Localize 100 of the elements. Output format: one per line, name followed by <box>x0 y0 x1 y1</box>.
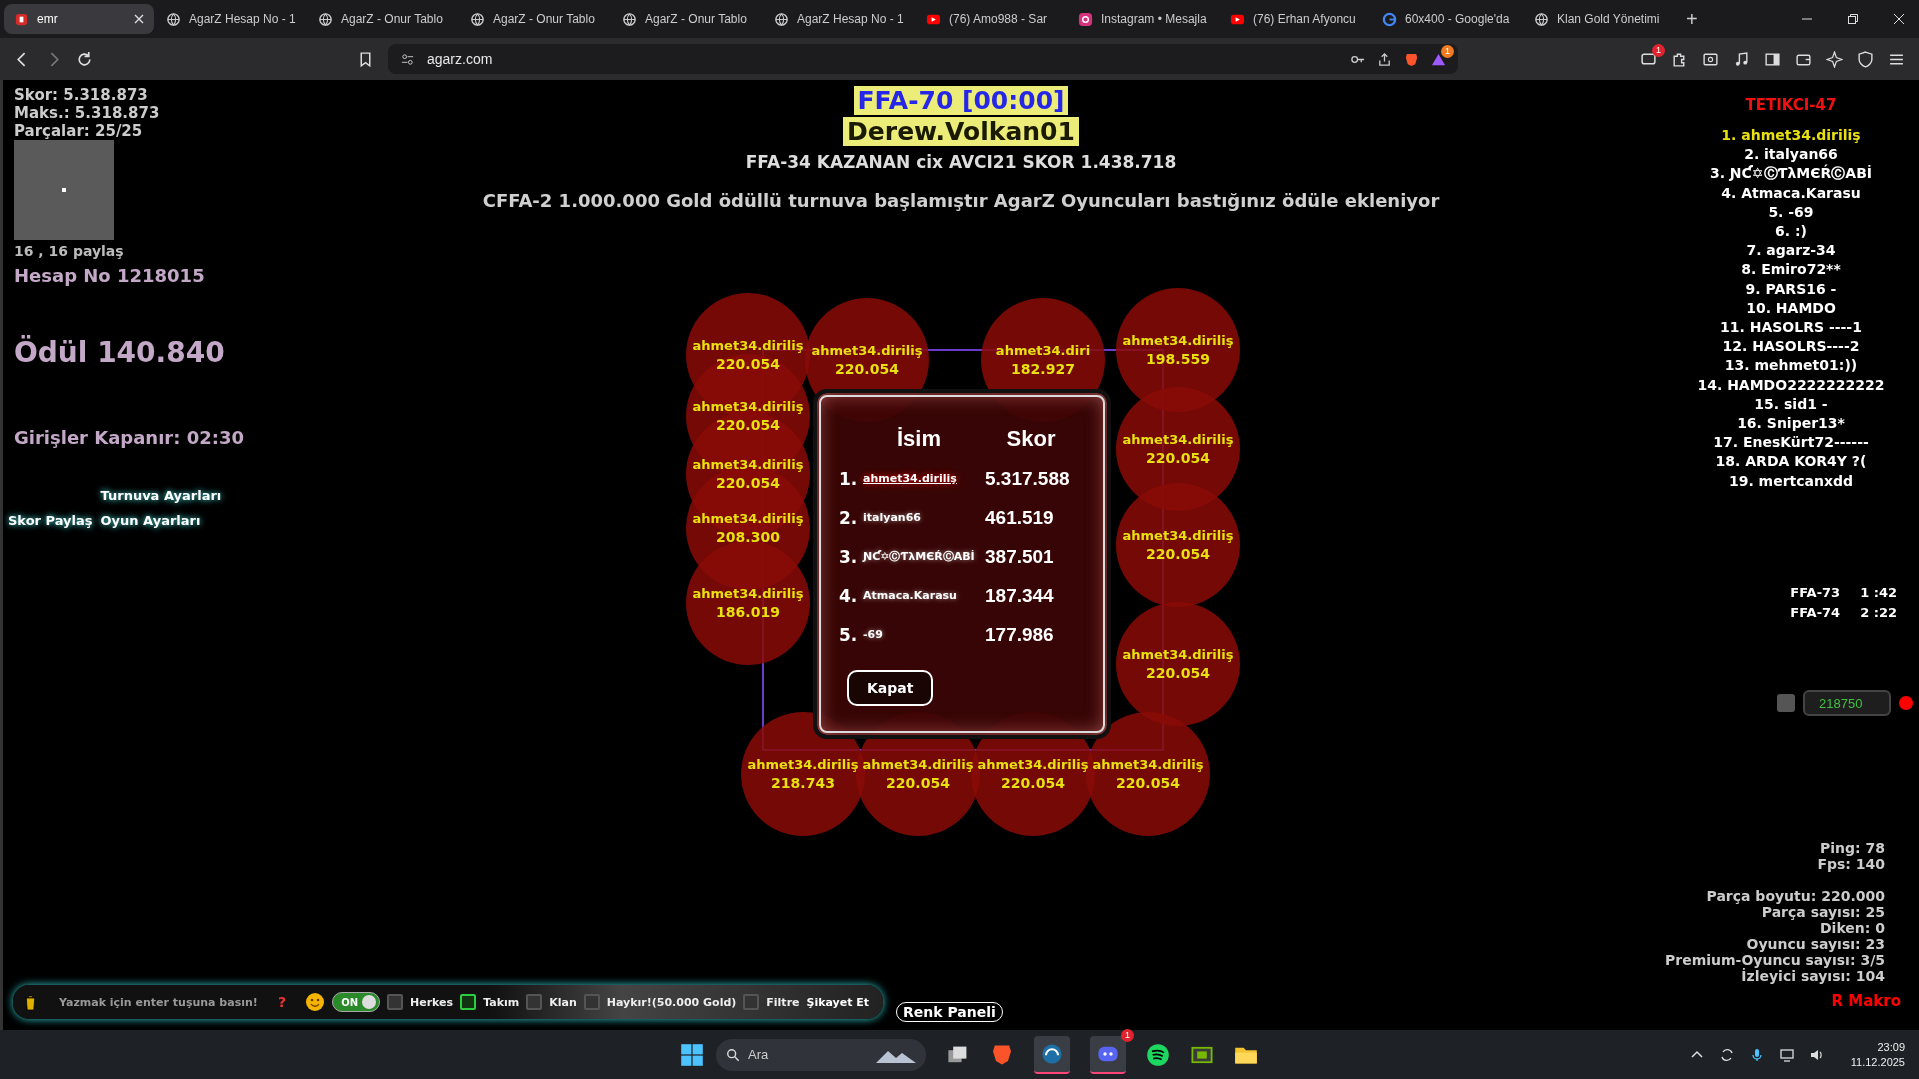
new-tab-button[interactable]: + <box>1676 7 1708 31</box>
player-name: ahmet34.diriliş <box>692 585 804 603</box>
site-logo-icon <box>14 11 29 27</box>
leaderboard-entry: 9. PARS16 - <box>1744 279 1838 299</box>
leaderboard-entry: 2. italyan66 <box>1743 145 1839 164</box>
close-icon[interactable] <box>1893 13 1905 25</box>
player-name: ahmet34.diriliş <box>692 398 804 416</box>
lion-shield-icon[interactable] <box>990 1042 1014 1067</box>
player-score: 220.054 <box>715 416 781 434</box>
browser-tab[interactable]: AgarZ - Onur Tablo <box>308 4 458 34</box>
headset-icon[interactable] <box>1034 1035 1070 1074</box>
player-name: ƝƇ✡ⒸƬλMЄŔⒸABİ <box>863 549 975 564</box>
browser-tab[interactable]: AgarZ Hesap No - 1 <box>156 4 306 34</box>
browser-tab[interactable]: Instagram • Mesajla <box>1068 4 1218 34</box>
browser-tab[interactable]: Klan Gold Yönetimi <box>1524 4 1674 34</box>
rank-text: 3. <box>839 546 859 567</box>
reload-icon[interactable] <box>76 50 93 68</box>
player-name: ahmet34.diriliş <box>811 342 923 360</box>
trash-icon[interactable] <box>23 993 38 1011</box>
site-settings-icon[interactable] <box>400 51 415 67</box>
player-name: ahmet34.diriliş <box>1122 646 1234 664</box>
notification-badge: 1 <box>1441 44 1454 58</box>
toggle-square-button[interactable] <box>1777 694 1795 712</box>
browser-tab[interactable]: (76) Erhan Afyoncu <box>1220 4 1370 34</box>
browser-tab[interactable]: AgarZ Hesap No - 1 <box>764 4 914 34</box>
menu-button[interactable]: Turnuva Ayarları <box>100 488 222 503</box>
notification-badge: 1 <box>1652 43 1665 57</box>
browser-tab[interactable]: 60x400 - Google'da <box>1372 4 1522 34</box>
player-score: 177.986 <box>984 623 1055 646</box>
checkbox[interactable] <box>583 994 600 1010</box>
browser-tab[interactable]: AgarZ - Onur Tablo <box>612 4 762 34</box>
checkbox[interactable] <box>460 994 477 1010</box>
menu-button[interactable]: Skor Paylaş <box>8 513 93 528</box>
clock-time[interactable]: 23:09 <box>1877 1039 1905 1055</box>
search-field[interactable]: Ara <box>716 1038 926 1071</box>
sparkle-icon[interactable] <box>1826 50 1843 68</box>
report-link[interactable]: Şikayet Et <box>806 995 870 1009</box>
triangle-icon[interactable] <box>1431 51 1446 67</box>
close-icon[interactable] <box>134 14 144 24</box>
value-input[interactable]: 218750 <box>1803 690 1891 716</box>
player-score: 220.054 <box>885 774 951 792</box>
player-name: ahmet34.diri <box>995 342 1091 360</box>
player-score: 198.559 <box>1145 350 1211 368</box>
help-link[interactable]: ? <box>278 994 287 1010</box>
network-icon[interactable] <box>1778 1046 1795 1063</box>
player-name: ahmet34.diriliş <box>977 756 1089 774</box>
leaderboard-entry: 11. HASOLRS ----1 <box>1719 318 1863 338</box>
lion-shield-icon[interactable] <box>1404 51 1419 67</box>
checkbox[interactable] <box>526 994 543 1010</box>
smiley-icon[interactable] <box>305 992 326 1012</box>
globe-icon <box>1534 11 1549 27</box>
leaderboard-entry: 16. Sniper13* <box>1736 414 1846 434</box>
windows-start-icon[interactable] <box>680 1042 704 1067</box>
player-title: Derew.Volkan01 <box>843 117 1079 146</box>
checkbox-label: Klan <box>549 995 577 1009</box>
sidebar-icon[interactable] <box>1764 50 1781 68</box>
sync-icon[interactable] <box>1718 1046 1735 1063</box>
browser-tab[interactable]: emr <box>4 4 154 34</box>
globe-icon <box>774 11 789 27</box>
menu-button[interactable]: Oyun Ayarları <box>100 513 222 528</box>
browser-tab[interactable]: (76) Amo988 - Sar <box>916 4 1066 34</box>
color-panel-button[interactable]: Renk Paneli <box>896 1002 1003 1022</box>
checkbox-label: Herkes <box>410 995 454 1009</box>
announcement-text: CFFA-2 1.000.000 Gold ödüllü turnuva başlamıştır AgarZ Oyuncuları bastığınız ödüle ekleniyor <box>482 190 1440 211</box>
restore-icon[interactable] <box>1847 13 1859 25</box>
globe-icon <box>318 11 333 27</box>
checkbox[interactable] <box>743 994 760 1010</box>
leaderboard-entry: 17. EnesKürt72------ <box>1712 433 1870 453</box>
shield-icon[interactable] <box>1857 50 1874 68</box>
player-score: 220.054 <box>1145 449 1211 467</box>
leaderboard-title: TETIKCI-47 <box>1744 96 1838 114</box>
camera-icon <box>1078 11 1093 27</box>
player-score: 220.054 <box>715 355 781 373</box>
leaderboard-entry: 3. ƝƇ✡ⒸƬλMЄŔⒸABİ <box>1708 164 1874 184</box>
leaderboard-entry: 5. -69 <box>1767 202 1815 222</box>
checkbox[interactable] <box>387 994 403 1010</box>
music-icon[interactable] <box>1733 50 1750 68</box>
player-score: 187.344 <box>984 584 1055 607</box>
chat-app-icon[interactable] <box>1090 1035 1126 1074</box>
player-score: 208.300 <box>715 528 781 546</box>
leaderboard-entry: 18. ARDA KOR4Y ?( <box>1714 452 1868 472</box>
screenshot-icon[interactable] <box>1702 50 1719 68</box>
leaderboard-entry: 15. sid1 - <box>1753 394 1829 414</box>
coordinates-text: 16 , 16 paylaş <box>14 243 125 259</box>
share-icon[interactable] <box>1377 51 1392 67</box>
stat-text: Parça boyutu: 220.000 <box>1705 888 1885 904</box>
search-icon <box>726 1047 740 1062</box>
music-app-icon[interactable] <box>1146 1042 1170 1067</box>
player-score: 220.054 <box>1145 664 1211 682</box>
max-score-text: Maks.: 5.318.873 <box>14 104 161 122</box>
player-name: italyan66 <box>863 511 922 524</box>
checkbox-label: Filtre <box>766 995 800 1009</box>
address-bar[interactable]: agarz.com 1 <box>388 44 1458 74</box>
chat-input[interactable]: Yazmak için enter tuşuna basın! <box>57 994 271 1010</box>
player-name: ahmet34.diriliş <box>1122 332 1234 350</box>
clock-date[interactable]: 11.12.2025 <box>1850 1054 1905 1070</box>
toggle-switch[interactable]: ON <box>332 992 380 1012</box>
close-button[interactable]: Kapat <box>847 670 934 706</box>
browser-tab[interactable]: AgarZ - Onur Tablo <box>460 4 610 34</box>
player-name: ahmet34.diriliş <box>863 472 958 485</box>
